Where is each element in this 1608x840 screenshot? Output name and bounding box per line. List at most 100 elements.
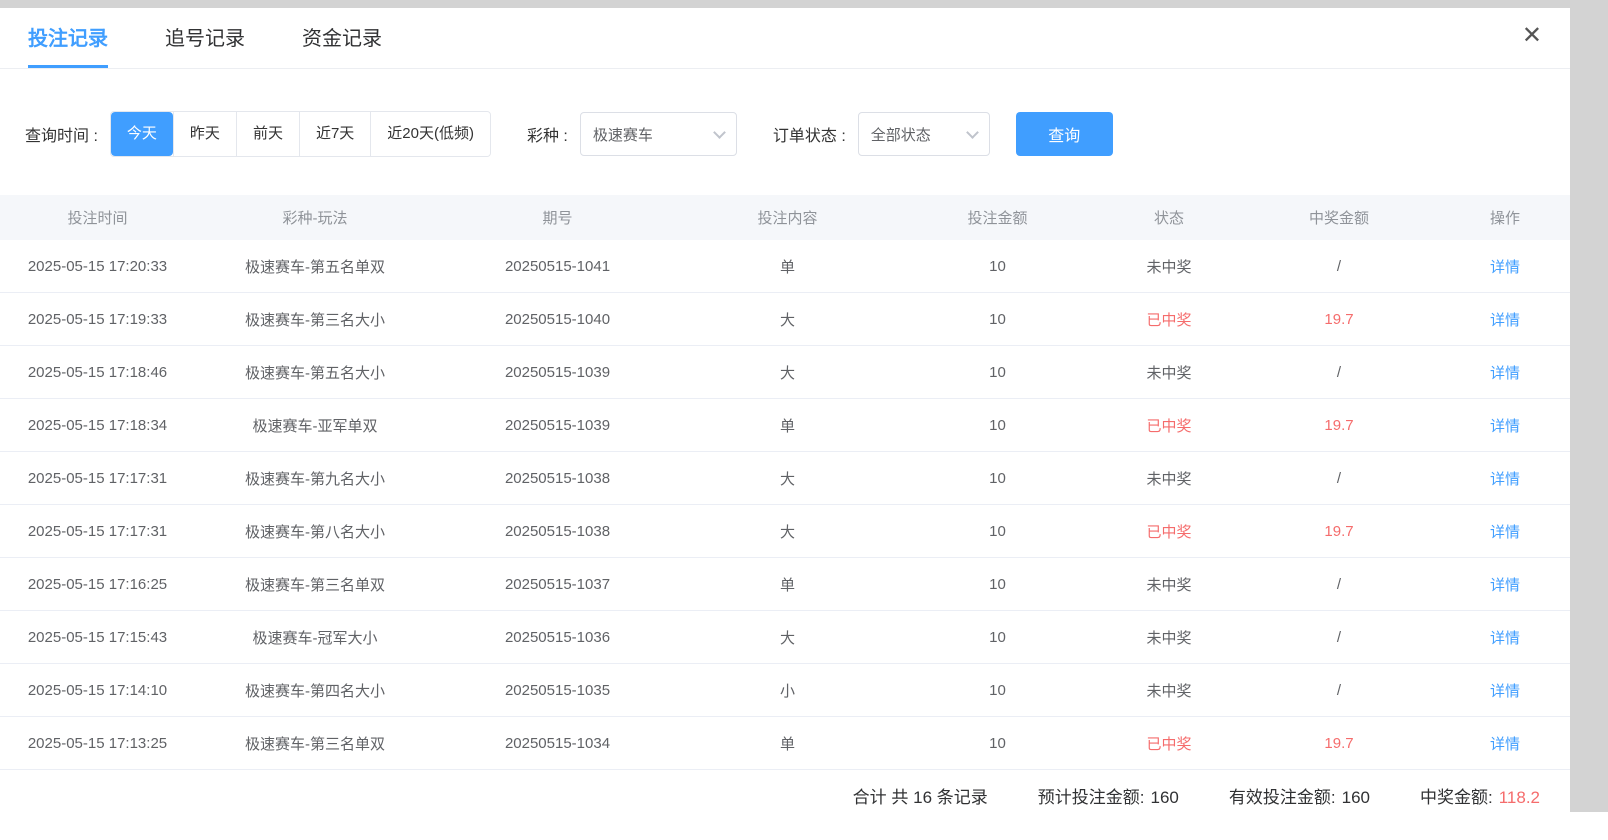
cell-status: 未中奖 <box>1100 362 1238 383</box>
cell-issue: 20250515-1040 <box>435 311 680 328</box>
time-range-group: 今天 昨天 前天 近7天 近20天(低频) <box>110 111 491 157</box>
time-filter-label: 查询时间 : <box>25 122 98 146</box>
cell-bet-content: 大 <box>680 309 895 330</box>
cell-status: 未中奖 <box>1100 574 1238 595</box>
header-bet-amount: 投注金额 <box>895 207 1100 228</box>
cell-bet-amount: 10 <box>895 258 1100 275</box>
cell-bet-amount: 10 <box>895 470 1100 487</box>
cell-issue: 20250515-1036 <box>435 629 680 646</box>
cell-bet-amount: 10 <box>895 417 1100 434</box>
cell-bet-time: 2025-05-15 17:16:25 <box>0 576 195 593</box>
detail-link[interactable]: 详情 <box>1440 733 1570 754</box>
cell-bet-amount: 10 <box>895 364 1100 381</box>
time-option-last7days[interactable]: 近7天 <box>299 112 370 156</box>
table-row: 2025-05-15 17:17:31极速赛车-第八名大小20250515-10… <box>0 505 1570 558</box>
cell-bet-content: 小 <box>680 680 895 701</box>
lottery-type-select[interactable]: 极速赛车 <box>580 112 737 156</box>
summary-prize-amount: 中奖金额:118.2 <box>1420 783 1540 808</box>
cell-lottery-play: 极速赛车-第三名大小 <box>195 309 435 330</box>
detail-link[interactable]: 详情 <box>1440 415 1570 436</box>
detail-link[interactable]: 详情 <box>1440 574 1570 595</box>
cell-bet-amount: 10 <box>895 629 1100 646</box>
summary-total: 合计 共 16 条记录 <box>853 783 988 808</box>
cell-bet-time: 2025-05-15 17:17:31 <box>0 523 195 540</box>
cell-issue: 20250515-1035 <box>435 682 680 699</box>
tab-chase-records[interactable]: 追号记录 <box>165 8 245 68</box>
cell-issue: 20250515-1038 <box>435 470 680 487</box>
table-row: 2025-05-15 17:19:33极速赛车-第三名大小20250515-10… <box>0 293 1570 346</box>
cell-prize: 19.7 <box>1238 523 1440 540</box>
tab-betting-records[interactable]: 投注记录 <box>28 8 108 68</box>
header-status: 状态 <box>1100 207 1238 228</box>
table-row: 2025-05-15 17:16:25极速赛车-第三名单双20250515-10… <box>0 558 1570 611</box>
cell-bet-time: 2025-05-15 17:18:46 <box>0 364 195 381</box>
time-option-last20days[interactable]: 近20天(低频) <box>370 112 490 156</box>
summary-expected-label: 预计投注金额: <box>1038 788 1145 807</box>
cell-bet-content: 单 <box>680 256 895 277</box>
tab-funds-records[interactable]: 资金记录 <box>302 8 382 68</box>
summary-prize-value: 118.2 <box>1499 788 1540 807</box>
summary-footer: 合计 共 16 条记录 预计投注金额:160 有效投注金额:160 中奖金额:1… <box>0 770 1570 820</box>
cell-bet-content: 大 <box>680 362 895 383</box>
cell-bet-content: 大 <box>680 627 895 648</box>
order-status-label: 订单状态 : <box>773 122 846 146</box>
cell-prize: 19.7 <box>1238 735 1440 752</box>
detail-link[interactable]: 详情 <box>1440 521 1570 542</box>
time-option-yesterday[interactable]: 昨天 <box>173 112 236 156</box>
records-table: 投注时间 彩种-玩法 期号 投注内容 投注金额 状态 中奖金额 操作 2025-… <box>0 195 1570 770</box>
cell-lottery-play: 极速赛车-第九名大小 <box>195 468 435 489</box>
detail-link[interactable]: 详情 <box>1440 627 1570 648</box>
cell-lottery-play: 极速赛车-亚军单双 <box>195 415 435 436</box>
cell-bet-amount: 10 <box>895 735 1100 752</box>
lottery-type-value: 极速赛车 <box>593 124 653 145</box>
cell-prize: 19.7 <box>1238 311 1440 328</box>
cell-issue: 20250515-1039 <box>435 364 680 381</box>
time-option-today[interactable]: 今天 <box>111 112 173 156</box>
cell-issue: 20250515-1039 <box>435 417 680 434</box>
cell-status: 未中奖 <box>1100 468 1238 489</box>
cell-lottery-play: 极速赛车-第八名大小 <box>195 521 435 542</box>
detail-link[interactable]: 详情 <box>1440 468 1570 489</box>
cell-bet-time: 2025-05-15 17:14:10 <box>0 682 195 699</box>
page-background-right <box>1570 8 1608 812</box>
cell-lottery-play: 极速赛车-第三名单双 <box>195 574 435 595</box>
header-prize-amount: 中奖金额 <box>1238 207 1440 228</box>
order-status-select[interactable]: 全部状态 <box>858 112 990 156</box>
summary-expected-amount: 预计投注金额:160 <box>1038 783 1179 808</box>
detail-link[interactable]: 详情 <box>1440 309 1570 330</box>
cell-status: 未中奖 <box>1100 627 1238 648</box>
cell-bet-content: 单 <box>680 733 895 754</box>
query-button[interactable]: 查询 <box>1016 112 1113 156</box>
chevron-down-icon <box>966 126 979 139</box>
cell-bet-content: 大 <box>680 468 895 489</box>
cell-prize: / <box>1238 364 1440 381</box>
cell-status: 未中奖 <box>1100 680 1238 701</box>
time-option-day-before[interactable]: 前天 <box>236 112 299 156</box>
cell-lottery-play: 极速赛车-第三名单双 <box>195 733 435 754</box>
cell-bet-content: 大 <box>680 521 895 542</box>
filter-bar: 查询时间 : 今天 昨天 前天 近7天 近20天(低频) 彩种 : 极速赛车 订… <box>25 111 1570 157</box>
cell-bet-amount: 10 <box>895 523 1100 540</box>
header-issue: 期号 <box>435 207 680 228</box>
cell-bet-time: 2025-05-15 17:20:33 <box>0 258 195 275</box>
cell-prize: / <box>1238 470 1440 487</box>
cell-status: 已中奖 <box>1100 309 1238 330</box>
close-icon[interactable]: ✕ <box>1522 24 1542 48</box>
cell-bet-amount: 10 <box>895 576 1100 593</box>
betting-records-modal: 投注记录 追号记录 资金记录 ✕ 查询时间 : 今天 昨天 前天 近7天 近20… <box>0 8 1570 840</box>
table-row: 2025-05-15 17:18:34极速赛车-亚军单双20250515-103… <box>0 399 1570 452</box>
table-row: 2025-05-15 17:17:31极速赛车-第九名大小20250515-10… <box>0 452 1570 505</box>
table-row: 2025-05-15 17:15:43极速赛车-冠军大小20250515-103… <box>0 611 1570 664</box>
detail-link[interactable]: 详情 <box>1440 680 1570 701</box>
cell-bet-time: 2025-05-15 17:18:34 <box>0 417 195 434</box>
cell-prize: / <box>1238 682 1440 699</box>
detail-link[interactable]: 详情 <box>1440 256 1570 277</box>
cell-prize: / <box>1238 576 1440 593</box>
table-header-row: 投注时间 彩种-玩法 期号 投注内容 投注金额 状态 中奖金额 操作 <box>0 195 1570 240</box>
table-body: 2025-05-15 17:20:33极速赛车-第五名单双20250515-10… <box>0 240 1570 770</box>
detail-link[interactable]: 详情 <box>1440 362 1570 383</box>
cell-issue: 20250515-1037 <box>435 576 680 593</box>
summary-valid-label: 有效投注金额: <box>1229 788 1336 807</box>
cell-prize: / <box>1238 258 1440 275</box>
chevron-down-icon <box>713 126 726 139</box>
